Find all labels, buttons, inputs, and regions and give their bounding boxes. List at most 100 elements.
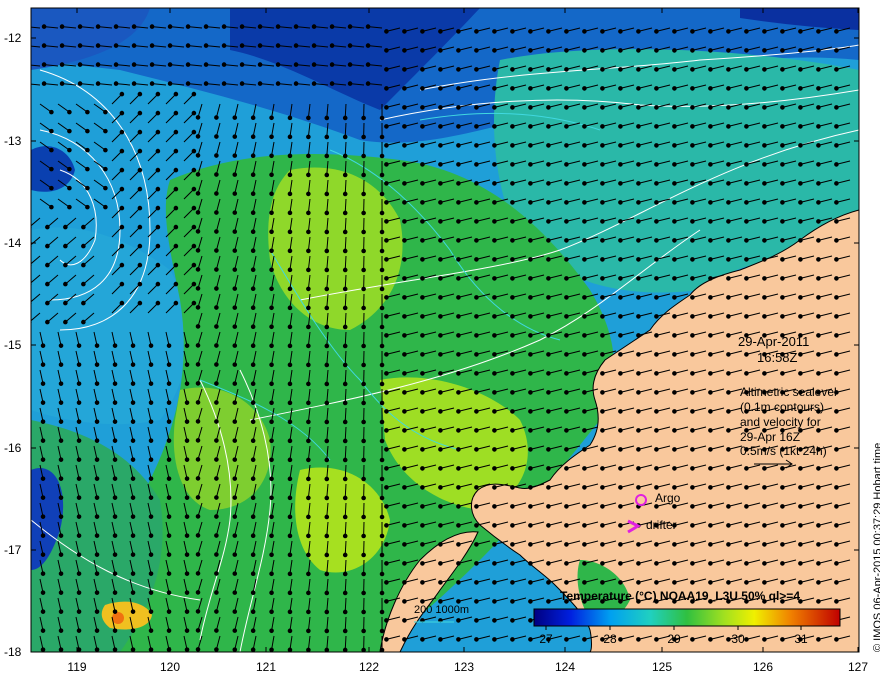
velocity-arrow-head xyxy=(438,333,443,338)
velocity-arrow-head xyxy=(834,333,839,338)
velocity-arrow-head xyxy=(250,115,256,121)
velocity-arrow-head xyxy=(214,400,219,405)
velocity-arrow-head xyxy=(324,571,330,577)
velocity-arrow-head xyxy=(798,371,803,376)
velocity-arrow-head xyxy=(456,67,461,72)
velocity-arrow-head xyxy=(250,590,256,596)
velocity-arrow-head xyxy=(582,352,587,357)
velocity-arrow-head xyxy=(816,542,821,547)
velocity-arrow-head xyxy=(654,124,659,129)
velocity-arrow-head xyxy=(744,523,749,528)
velocity-arrow-head xyxy=(510,124,515,129)
velocity-arrow-head xyxy=(250,647,256,652)
velocity-arrow-head xyxy=(708,466,713,471)
velocity-arrow-head xyxy=(155,91,161,97)
velocity-arrow-head xyxy=(438,86,443,91)
velocity-arrow-head xyxy=(474,466,479,471)
velocity-arrow-head xyxy=(40,533,46,538)
velocity-arrow-head xyxy=(510,409,515,414)
velocity-arrow-head xyxy=(324,476,330,482)
velocity-arrow-head xyxy=(41,62,47,67)
velocity-arrow-head xyxy=(195,248,201,253)
velocity-arrow-head xyxy=(250,609,256,615)
velocity-arrow-head xyxy=(148,438,154,443)
velocity-arrow-head xyxy=(112,590,118,595)
credit-label: © IMOS 06-Apr-2015 00:37:29 Hobart time xyxy=(872,442,880,652)
velocity-arrow-head xyxy=(726,352,731,357)
velocity-arrow-head xyxy=(195,229,201,234)
velocity-arrow-head xyxy=(361,647,366,652)
velocity-arrow-head xyxy=(690,29,695,34)
velocity-arrow-head xyxy=(306,115,311,121)
velocity-arrow-head xyxy=(780,523,785,528)
velocity-arrow-head xyxy=(420,238,425,243)
velocity-arrow-head xyxy=(324,324,330,330)
velocity-arrow-head xyxy=(155,205,161,211)
velocity-arrow-head xyxy=(474,504,479,509)
velocity-arrow-head xyxy=(672,428,677,433)
velocity-arrow-head xyxy=(636,67,641,72)
velocity-arrow-head xyxy=(672,352,677,357)
velocity-arrow-head xyxy=(269,286,274,292)
velocity-arrow-head xyxy=(726,143,731,148)
velocity-arrow-head xyxy=(744,561,749,566)
velocity-arrow-head xyxy=(155,110,161,116)
altimetry-line: Altimetric sealevel xyxy=(740,385,837,399)
velocity-arrow-head xyxy=(402,257,407,262)
velocity-arrow-head xyxy=(58,476,64,481)
velocity-arrow-head xyxy=(384,86,389,91)
velocity-arrow-head xyxy=(195,457,201,462)
velocity-arrow-head xyxy=(564,295,569,300)
velocity-arrow-head xyxy=(287,533,293,539)
velocity-arrow-head xyxy=(112,457,118,462)
velocity-arrow-head xyxy=(564,428,569,433)
velocity-arrow-head xyxy=(379,457,385,463)
velocity-arrow-head xyxy=(708,428,713,433)
velocity-arrow-head xyxy=(63,281,68,287)
velocity-arrow-head xyxy=(214,191,219,196)
velocity-arrow-head xyxy=(816,561,821,566)
velocity-arrow-head xyxy=(672,67,677,72)
velocity-arrow-head xyxy=(618,523,623,528)
velocity-arrow-head xyxy=(546,105,551,110)
velocity-arrow-head xyxy=(173,281,179,287)
velocity-arrow-head xyxy=(798,48,803,53)
velocity-arrow-head xyxy=(708,257,713,262)
velocity-arrow-head xyxy=(420,523,425,528)
velocity-arrow-head xyxy=(762,238,767,243)
velocity-arrow-head xyxy=(269,191,274,197)
velocity-arrow-head xyxy=(269,552,274,558)
velocity-arrow-head xyxy=(195,514,201,519)
velocity-arrow-head xyxy=(402,485,407,490)
velocity-arrow-head xyxy=(816,637,821,642)
velocity-arrow-head xyxy=(456,542,461,547)
velocity-arrow-head xyxy=(636,580,641,585)
velocity-arrow-head xyxy=(510,238,515,243)
velocity-arrow-head xyxy=(232,381,238,386)
velocity-arrow-head xyxy=(600,29,605,34)
velocity-arrow-head xyxy=(762,200,767,205)
velocity-arrow-head xyxy=(672,447,677,452)
velocity-arrow-head xyxy=(342,476,348,482)
velocity-arrow-head xyxy=(492,447,497,452)
velocity-arrow-head xyxy=(456,409,461,414)
velocity-arrow-head xyxy=(762,504,767,509)
velocity-arrow-head xyxy=(582,390,587,395)
velocity-arrow-head xyxy=(618,428,623,433)
velocity-arrow-head xyxy=(232,362,238,367)
velocity-arrow-head xyxy=(269,571,274,577)
velocity-arrow-head xyxy=(232,514,238,519)
velocity-arrow-head xyxy=(798,561,803,566)
velocity-arrow-head xyxy=(834,48,839,53)
velocity-arrow-head xyxy=(173,110,179,116)
velocity-arrow-head xyxy=(690,143,695,148)
velocity-arrow-head xyxy=(600,124,605,129)
velocity-arrow-head xyxy=(324,191,330,197)
velocity-arrow-head xyxy=(306,628,311,634)
velocity-arrow-head xyxy=(232,229,238,234)
velocity-arrow-head xyxy=(744,276,749,281)
velocity-arrow-head xyxy=(232,476,238,481)
velocity-arrow-head xyxy=(384,67,389,72)
velocity-arrow-head xyxy=(287,571,293,577)
velocity-arrow-head xyxy=(726,333,731,338)
